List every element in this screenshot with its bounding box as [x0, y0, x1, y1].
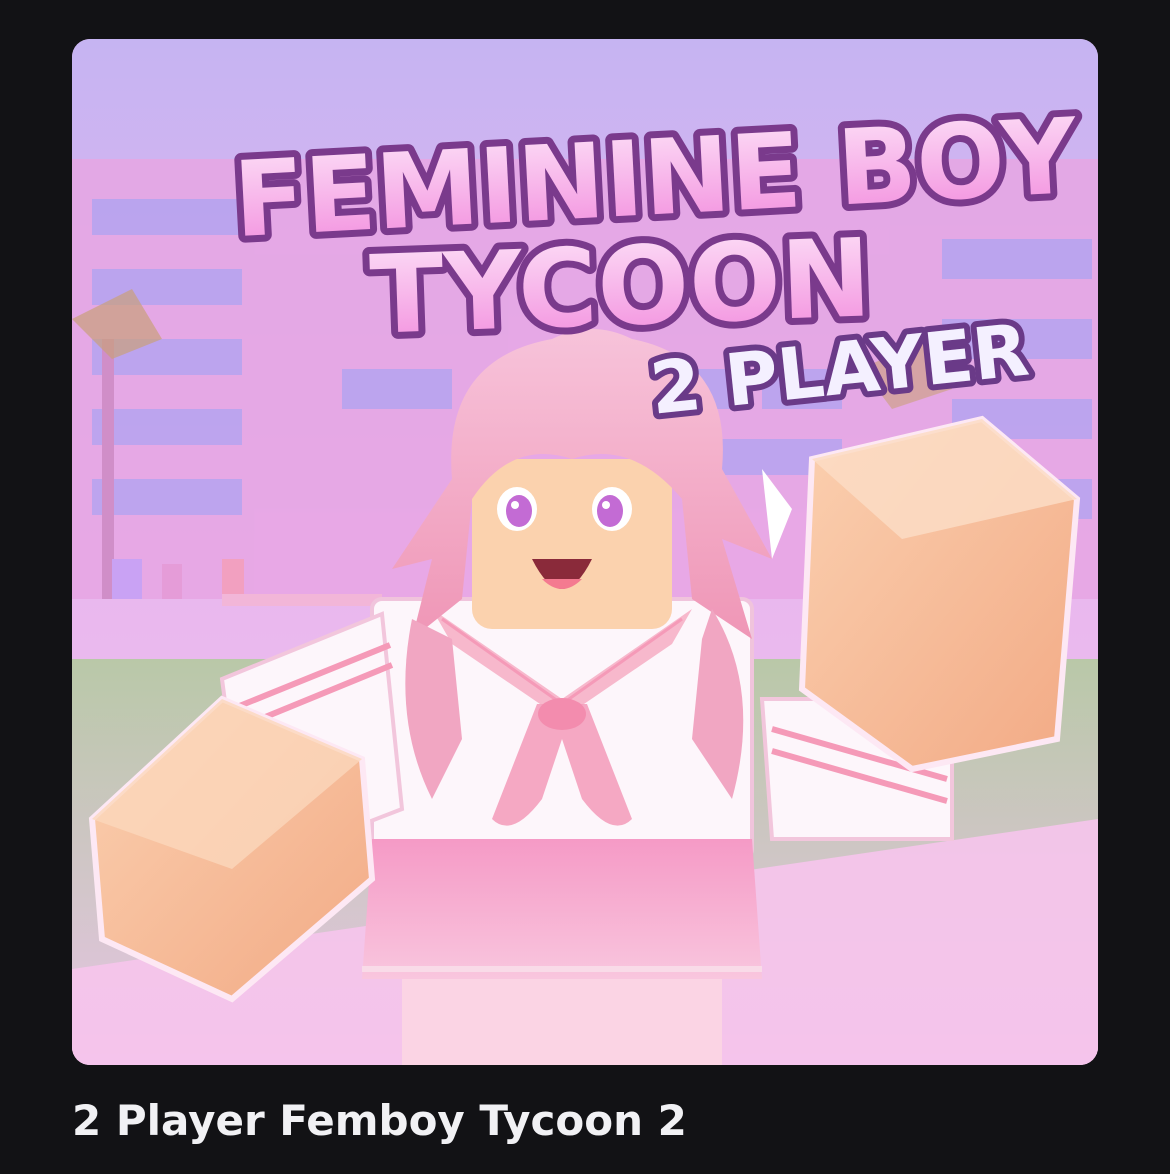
game-card[interactable]: FEMININE BOY TYCOON 2 PLAYER 2 Player Fe…	[0, 0, 1170, 1174]
thumbnail-artwork: FEMININE BOY TYCOON 2 PLAYER	[72, 39, 1098, 1065]
game-thumbnail[interactable]: FEMININE BOY TYCOON 2 PLAYER	[72, 39, 1098, 1065]
game-title[interactable]: 2 Player Femboy Tycoon 2	[72, 1093, 687, 1149]
